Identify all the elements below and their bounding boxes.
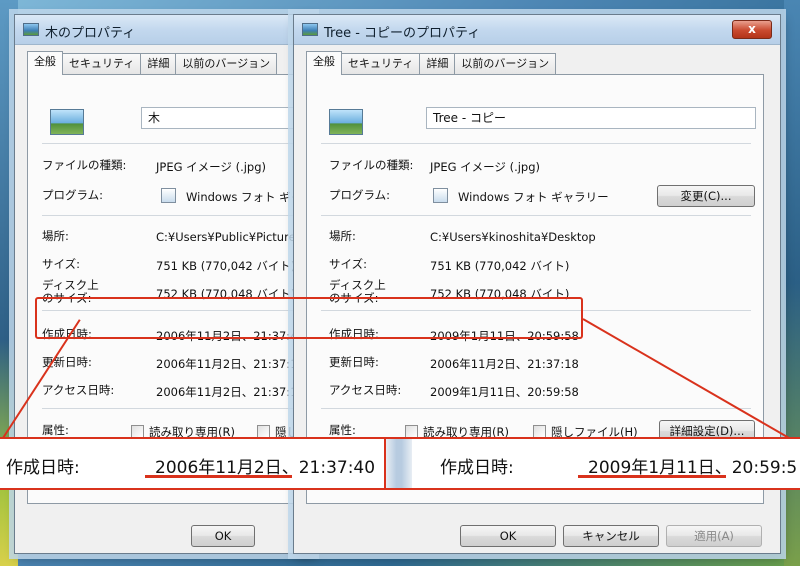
right-file-name-field[interactable]: Tree - コピー [426, 107, 756, 129]
attributes-label: 属性: [42, 423, 69, 437]
accessed-value: 2006年11月2日、21:37:18 [156, 385, 305, 399]
location-label: 場所: [329, 229, 356, 243]
location-label: 場所: [42, 229, 69, 243]
zoom-left-underline [145, 475, 292, 478]
cancel-button[interactable]: キャンセル [563, 525, 659, 547]
tab-general[interactable]: 全般 [27, 51, 63, 75]
jpeg-file-icon [329, 109, 363, 135]
modified-value: 2006年11月2日、21:37:18 [156, 357, 305, 371]
location-value: C:¥Users¥Public¥Pictures [156, 230, 302, 244]
left-ok-button[interactable]: OK [191, 525, 255, 547]
file-type-label: ファイルの種類: [42, 158, 127, 172]
size-label: サイズ: [329, 257, 368, 271]
zoomed-created-date-comparison: 作成日時: 2006年11月2日、21:37:40 作成日時: 2009年1月1… [0, 437, 800, 490]
size-label: サイズ: [42, 257, 81, 271]
zoom-left-created-label: 作成日時: [6, 458, 80, 478]
tab-security[interactable]: セキュリティ [62, 53, 142, 75]
jpeg-file-icon [50, 109, 84, 135]
image-file-icon [23, 23, 39, 36]
separator [42, 215, 316, 216]
zoom-right-created-label: 作成日時: [440, 458, 514, 478]
right-titlebar[interactable]: Tree - コピーのプロパティ x [294, 15, 780, 45]
separator [321, 215, 751, 216]
right-window-title: Tree - コピーのプロパティ [324, 26, 481, 41]
file-type-value: JPEG イメージ (.jpg) [156, 160, 267, 174]
tab-previous-versions[interactable]: 以前のバージョン [454, 53, 557, 75]
file-type-value: JPEG イメージ (.jpg) [430, 160, 541, 174]
left-window-title: 木のプロパティ [45, 26, 136, 41]
tab-general[interactable]: 全般 [306, 51, 342, 75]
tab-details[interactable]: 詳細 [419, 53, 456, 75]
image-file-icon [302, 23, 318, 36]
tab-details[interactable]: 詳細 [140, 53, 177, 75]
tab-previous-versions[interactable]: 以前のバージョン [175, 53, 278, 75]
right-ok-button[interactable]: OK [460, 525, 556, 547]
size-value: 751 KB (770,042 バイト) [156, 259, 296, 273]
program-label: プログラム: [329, 188, 391, 202]
modified-label: 更新日時: [329, 355, 379, 369]
program-label: プログラム: [42, 188, 104, 202]
zoom-right-underline [578, 475, 726, 478]
separator [42, 408, 316, 409]
modified-value: 2006年11月2日、21:37:18 [430, 357, 579, 371]
location-value: C:¥Users¥kinoshita¥Desktop [430, 230, 596, 244]
program-value: Windows フォト ギャラリー [458, 190, 609, 204]
size-value: 751 KB (770,042 バイト) [430, 259, 570, 273]
accessed-label: アクセス日時: [329, 383, 402, 397]
photo-gallery-icon [433, 188, 448, 203]
accessed-value: 2009年1月11日、20:59:58 [430, 385, 579, 399]
right-tab-strip: 全般 セキュリティ 詳細 以前のバージョン [306, 51, 557, 75]
left-tab-strip: 全般 セキュリティ 詳細 以前のバージョン [27, 51, 278, 75]
photo-gallery-icon [161, 188, 176, 203]
file-type-label: ファイルの種類: [329, 158, 414, 172]
created-date-highlight-box [35, 297, 583, 339]
separator [321, 408, 751, 409]
left-file-name-field[interactable]: 木 [141, 107, 316, 129]
accessed-label: アクセス日時: [42, 383, 115, 397]
separator [321, 143, 751, 144]
tab-security[interactable]: セキュリティ [341, 53, 421, 75]
zoom-divider [384, 439, 412, 488]
close-button[interactable]: x [732, 20, 772, 39]
attributes-label: 属性: [329, 423, 356, 437]
separator [42, 143, 316, 144]
change-program-button[interactable]: 変更(C)... [657, 185, 755, 207]
left-titlebar[interactable]: 木のプロパティ [15, 15, 313, 45]
apply-button[interactable]: 適用(A) [666, 525, 762, 547]
